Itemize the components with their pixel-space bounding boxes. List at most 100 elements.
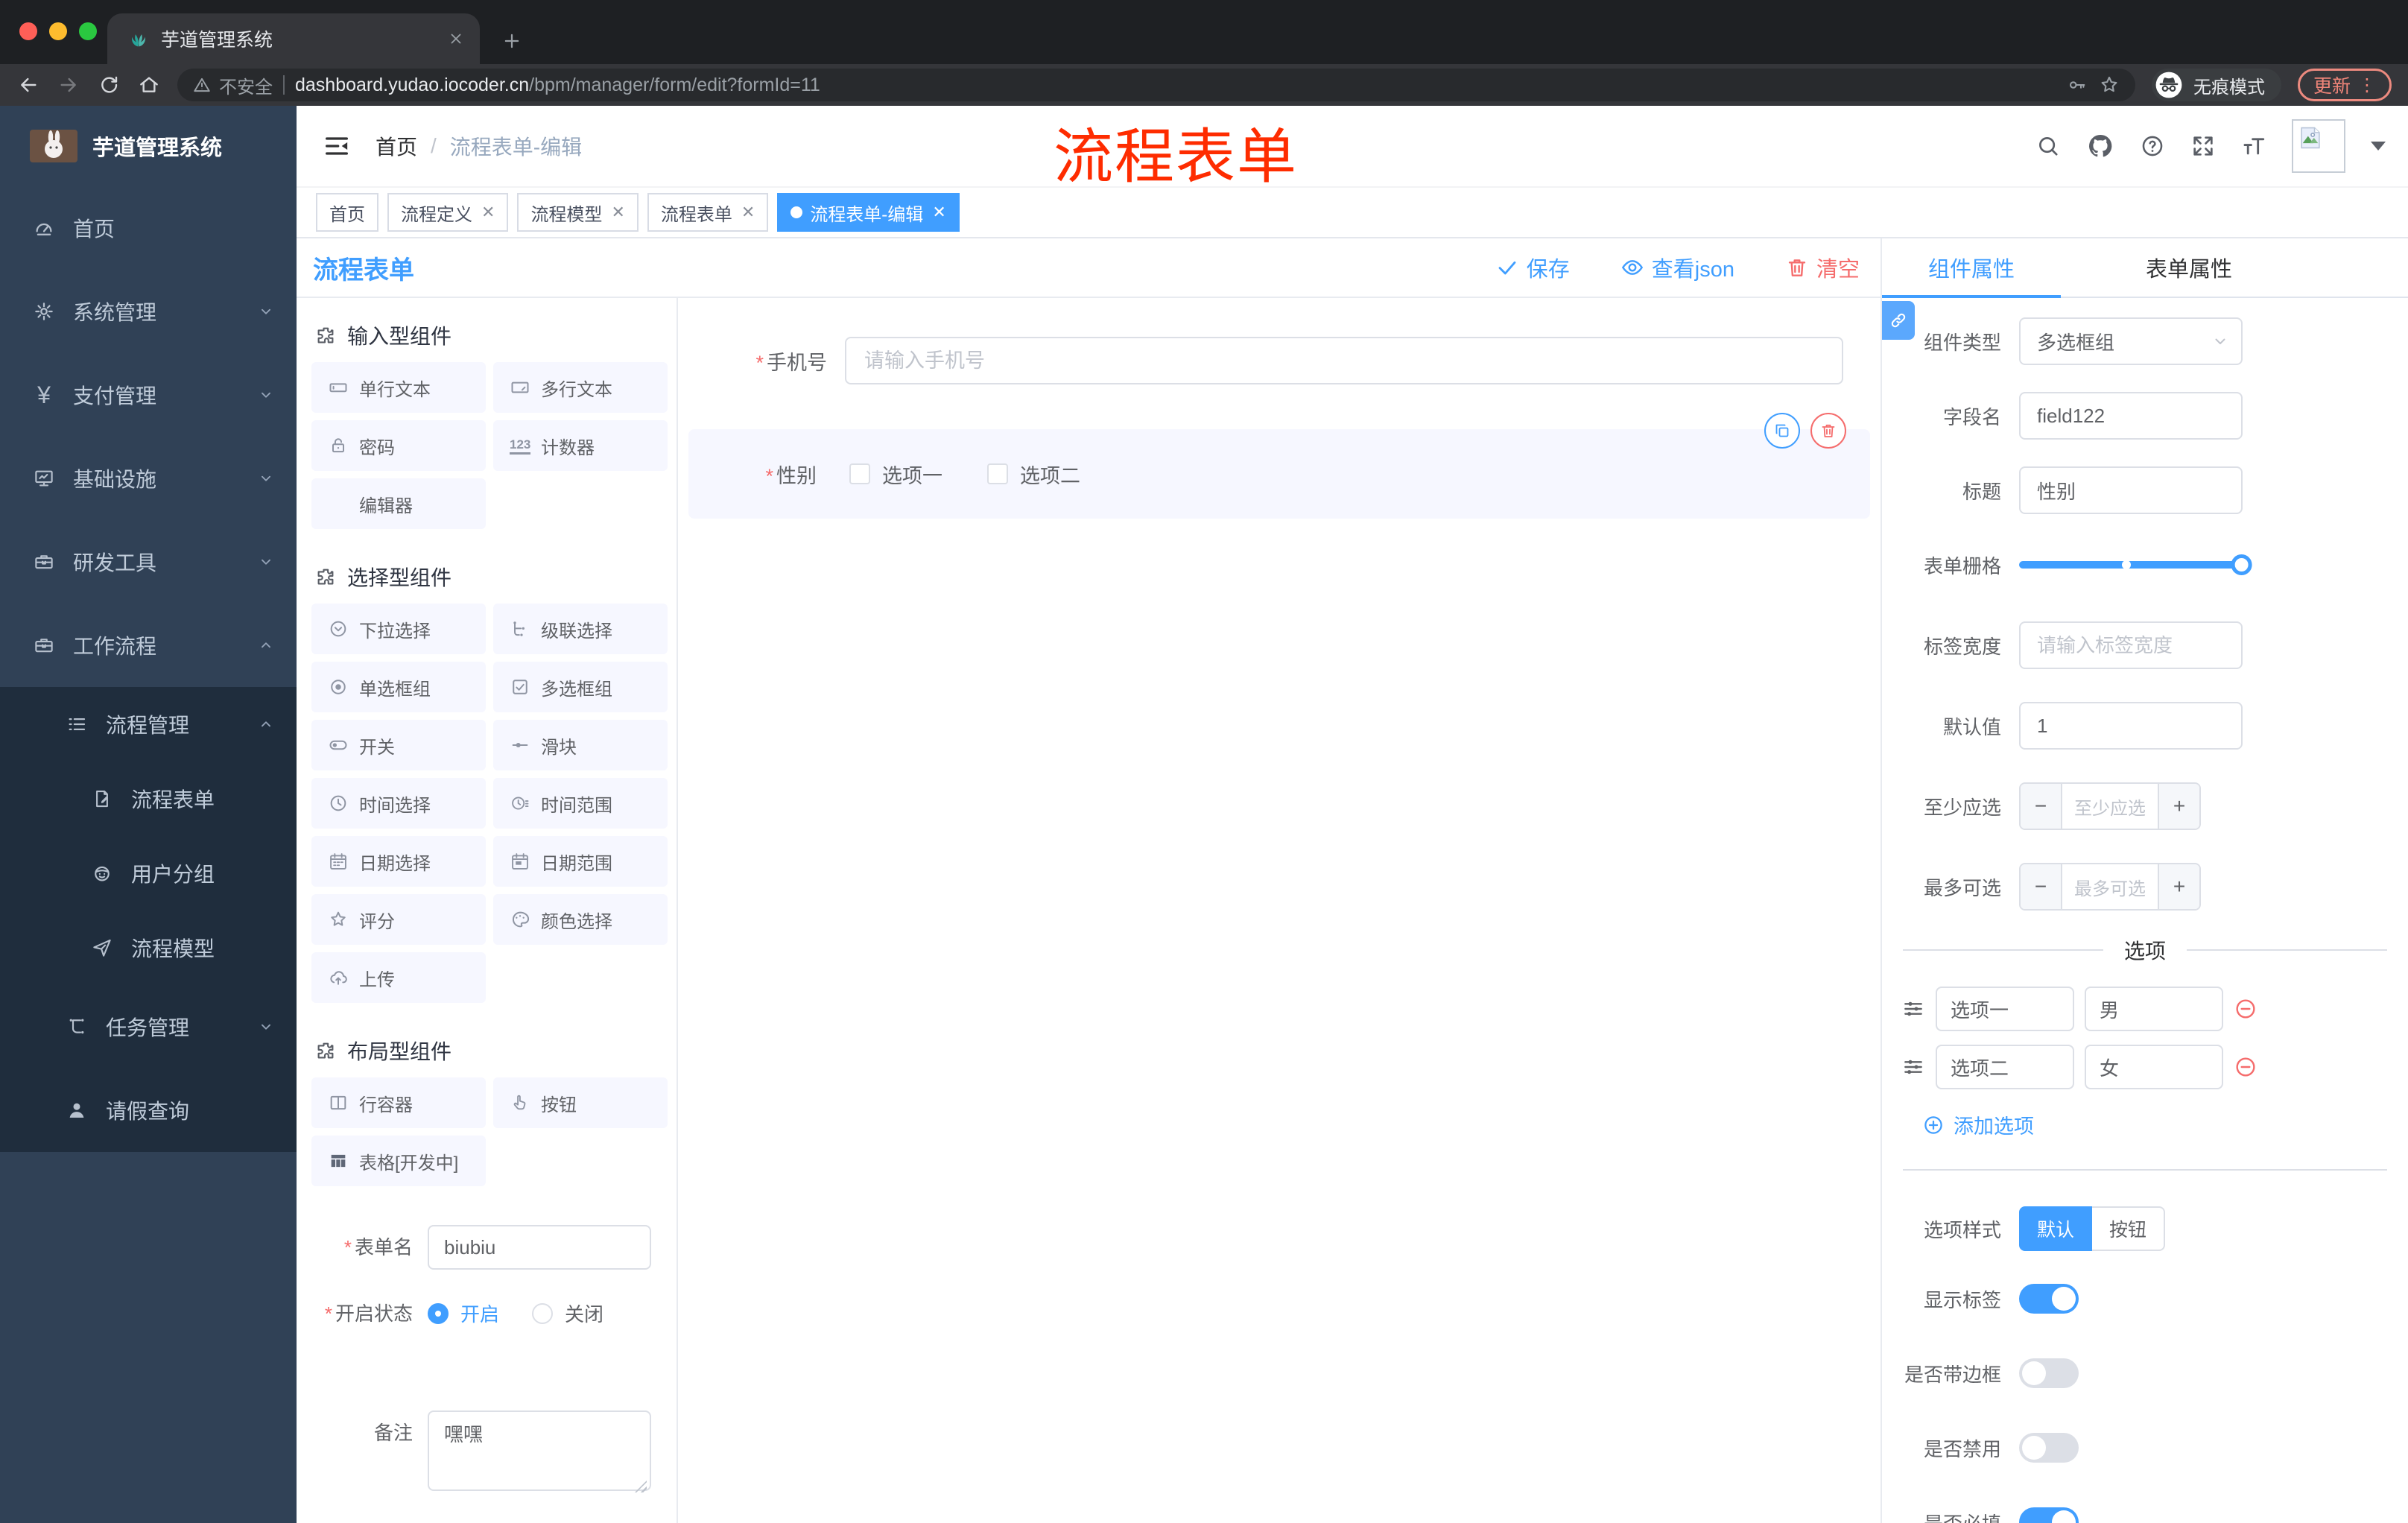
sidebar-item-home[interactable]: 首页 <box>0 186 297 270</box>
window-close-button[interactable] <box>19 22 37 40</box>
tag-process-form[interactable]: 流程表单 ✕ <box>647 193 769 232</box>
palette-item-editor[interactable]: 编辑器 <box>311 478 486 529</box>
link-tag[interactable] <box>1882 301 1915 340</box>
palette-item-multi-line-text[interactable]: 多行文本 <box>493 362 668 413</box>
tab-form-props[interactable]: 表单属性 <box>2061 238 2317 297</box>
phone-field-input[interactable] <box>845 337 1843 384</box>
checkbox-option-2[interactable]: 选项二 <box>987 460 1080 489</box>
palette-item-radio-group[interactable]: 单选框组 <box>311 662 486 712</box>
breadcrumb-home[interactable]: 首页 <box>376 131 417 161</box>
window-zoom-button[interactable] <box>79 22 97 40</box>
forward-icon[interactable] <box>57 73 80 97</box>
window-minimize-button[interactable] <box>49 22 67 40</box>
form-name-input[interactable] <box>428 1225 651 1270</box>
status-radio-on[interactable]: 开启 <box>428 1299 499 1327</box>
browser-tab[interactable]: 芋道管理系统 <box>107 13 480 64</box>
home-icon[interactable] <box>137 73 161 97</box>
palette-item-button[interactable]: 按钮 <box>493 1077 668 1128</box>
max-select-placeholder[interactable]: 最多可选 <box>2062 864 2158 909</box>
palette-item-single-line-text[interactable]: 单行文本 <box>311 362 486 413</box>
back-icon[interactable] <box>16 73 40 97</box>
palette-item-table-dev[interactable]: 表格[开发中] <box>311 1136 486 1186</box>
clear-button[interactable]: 清空 <box>1785 252 1860 283</box>
palette-item-rate[interactable]: 评分 <box>311 894 486 945</box>
remove-option-icon[interactable] <box>2234 997 2258 1021</box>
selected-component-gender[interactable]: * 性别 选项一 选项二 <box>688 413 1870 519</box>
field-name-input[interactable] <box>2019 392 2243 440</box>
checkbox-option-1[interactable]: 选项一 <box>849 460 942 489</box>
palette-item-color-picker[interactable]: 颜色选择 <box>493 894 668 945</box>
palette-item-password[interactable]: 密码 <box>311 420 486 471</box>
view-json-button[interactable]: 查看json <box>1620 252 1734 283</box>
stepper-minus-button[interactable]: − <box>2021 864 2062 909</box>
palette-item-slider[interactable]: 滑块 <box>493 720 668 770</box>
component-type-select[interactable]: 多选框组 <box>2019 317 2243 365</box>
sidebar-collapse-icon[interactable] <box>322 131 352 161</box>
tag-home[interactable]: 首页 <box>316 193 378 232</box>
avatar[interactable] <box>2292 119 2345 173</box>
option-1-name-input[interactable] <box>1936 987 2074 1031</box>
sidebar-item-user-group[interactable]: 用户分组 <box>0 836 297 911</box>
sidebar-item-leave-query[interactable]: 请假查询 <box>0 1068 297 1152</box>
min-select-placeholder[interactable]: 至少应选 <box>2062 784 2158 829</box>
browser-menu-dots-icon[interactable]: ⋮ <box>2358 75 2376 96</box>
palette-item-switch[interactable]: 开关 <box>311 720 486 770</box>
address-bar[interactable]: 不安全 dashboard.yudao.iocoder.cn/bpm/manag… <box>177 69 2135 101</box>
tag-close-icon[interactable]: ✕ <box>611 203 624 222</box>
save-button[interactable]: 保存 <box>1495 252 1570 283</box>
avatar-caret-down-icon[interactable] <box>2371 142 2386 151</box>
label-width-input[interactable] <box>2019 621 2243 669</box>
stepper-plus-button[interactable]: + <box>2158 864 2199 909</box>
status-radio-off[interactable]: 关闭 <box>532 1299 603 1327</box>
fullscreen-icon[interactable] <box>2190 133 2216 159</box>
browser-update-button[interactable]: 更新 ⋮ <box>2297 69 2392 101</box>
tag-process-form-edit[interactable]: 流程表单-编辑 ✕ <box>777 193 960 232</box>
app-logo[interactable]: 芋道管理系统 <box>0 106 297 186</box>
remove-option-icon[interactable] <box>2234 1055 2258 1079</box>
security-chip[interactable]: 不安全 <box>192 72 273 98</box>
delete-component-button[interactable] <box>1810 413 1846 449</box>
tag-process-definition[interactable]: 流程定义 ✕ <box>387 193 509 232</box>
show-label-switch[interactable] <box>2019 1284 2079 1314</box>
reload-icon[interactable] <box>97 73 121 97</box>
tab-component-props[interactable]: 组件属性 <box>1882 238 2061 298</box>
option-style-button-button[interactable]: 按钮 <box>2092 1206 2165 1251</box>
tag-close-icon[interactable]: ✕ <box>481 203 495 222</box>
phone-field-row[interactable]: * 手机号 <box>678 337 1881 384</box>
drag-handle-icon[interactable] <box>1901 997 1925 1021</box>
palette-item-dropdown-select[interactable]: 下拉选择 <box>311 604 486 654</box>
sidebar-item-dev-tools[interactable]: 研发工具 <box>0 520 297 604</box>
sidebar-item-process-management[interactable]: 流程管理 <box>0 687 297 762</box>
palette-item-row-container[interactable]: 行容器 <box>311 1077 486 1128</box>
bookmark-star-icon[interactable] <box>2098 74 2120 96</box>
palette-item-time-picker[interactable]: 时间选择 <box>311 778 486 829</box>
palette-item-counter[interactable]: 123 计数器 <box>493 420 668 471</box>
font-size-icon[interactable] <box>2241 133 2266 159</box>
sidebar-item-process-model[interactable]: 流程模型 <box>0 911 297 985</box>
sidebar-item-infrastructure[interactable]: 基础设施 <box>0 437 297 520</box>
slider-handle[interactable] <box>2231 554 2252 575</box>
palette-item-upload[interactable]: 上传 <box>311 952 486 1003</box>
github-icon[interactable] <box>2086 132 2114 160</box>
palette-item-date-picker[interactable]: 日期选择 <box>311 836 486 887</box>
add-option-button[interactable]: 添加选项 <box>1922 1110 2408 1139</box>
palette-item-date-range[interactable]: 日期范围 <box>493 836 668 887</box>
palette-item-checkbox-group[interactable]: 多选框组 <box>493 662 668 712</box>
required-switch[interactable] <box>2019 1507 2079 1523</box>
title-input[interactable] <box>2019 466 2243 514</box>
new-tab-button[interactable] <box>501 30 523 52</box>
option-2-name-input[interactable] <box>1936 1045 2074 1089</box>
option-1-value-input[interactable] <box>2085 987 2223 1031</box>
stepper-minus-button[interactable]: − <box>2021 784 2062 829</box>
border-switch[interactable] <box>2019 1358 2079 1388</box>
tag-close-icon[interactable]: ✕ <box>932 203 945 222</box>
tag-process-model[interactable]: 流程模型 ✕ <box>517 193 639 232</box>
disabled-switch[interactable] <box>2019 1433 2079 1463</box>
form-remark-textarea[interactable]: 嘿嘿 <box>428 1410 651 1491</box>
duplicate-component-button[interactable] <box>1764 413 1800 449</box>
sidebar-item-payment[interactable]: ¥ 支付管理 <box>0 353 297 437</box>
tag-close-icon[interactable]: ✕ <box>741 203 755 222</box>
palette-item-time-range[interactable]: 时间范围 <box>493 778 668 829</box>
sidebar-item-task-management[interactable]: 任务管理 <box>0 985 297 1068</box>
sidebar-item-process-form[interactable]: 流程表单 <box>0 762 297 836</box>
